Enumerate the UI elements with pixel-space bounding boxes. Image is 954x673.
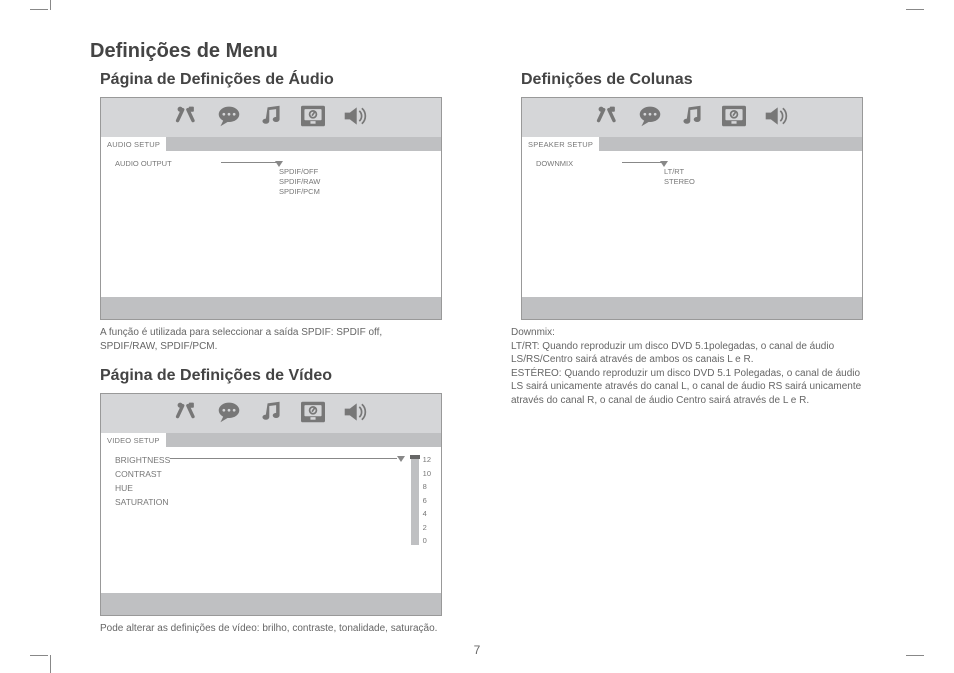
speaker-icon <box>341 104 369 133</box>
tick: 10 <box>423 469 431 478</box>
video-item: HUE <box>115 483 170 493</box>
tools-icon <box>173 104 201 133</box>
music-icon <box>257 104 285 133</box>
speaker-icon <box>762 104 790 133</box>
tools-icon <box>173 400 201 429</box>
speaker-heading: Definições de Colunas <box>521 71 880 89</box>
speaker-caption: Downmix: LT/RT: Quando reproduzir um dis… <box>511 326 871 407</box>
speaker-tab: SPEAKER SETUP <box>522 137 599 151</box>
music-icon <box>678 104 706 133</box>
tools-icon <box>594 104 622 133</box>
page-title: Definições de Menu <box>90 40 880 63</box>
icon-bar <box>101 98 441 137</box>
video-panel: VIDEO SETUP BRIGHTNESS CONTRAST HUE SATU… <box>100 393 442 616</box>
speech-icon <box>636 104 664 133</box>
right-column: Definições de Colunas SPEAKER SETUP DOWN… <box>511 71 880 650</box>
tick: 0 <box>423 536 431 545</box>
video-caption: Pode alterar as definições de vídeo: bri… <box>100 622 440 636</box>
arrow-icon <box>170 455 404 545</box>
audio-panel: AUDIO SETUP AUDIO OUTPUT SPDIF/OFF SPDIF… <box>100 97 442 320</box>
tick: 8 <box>423 482 431 491</box>
arrow-icon <box>221 159 283 165</box>
video-tab: VIDEO SETUP <box>101 433 166 447</box>
audio-option: SPDIF/PCM <box>279 187 320 197</box>
downmix-label: DOWNMIX <box>536 159 622 168</box>
speech-icon <box>215 104 243 133</box>
audio-caption: A função é utilizada para seleccionar a … <box>100 326 440 353</box>
arrow-icon <box>622 159 668 165</box>
page-number: 7 <box>0 643 954 657</box>
tick: 2 <box>423 523 431 532</box>
monitor-icon <box>299 400 327 429</box>
left-column: Página de Definições de Áudio AUDIO SETU… <box>90 71 459 650</box>
video-heading: Página de Definições de Vídeo <box>100 367 459 385</box>
audio-option: SPDIF/RAW <box>279 177 320 187</box>
manual-page: Definições de Menu Página de Definições … <box>90 40 880 650</box>
audio-tab: AUDIO SETUP <box>101 137 166 151</box>
video-slider: 12 10 8 6 4 2 0 <box>411 455 431 545</box>
video-item: BRIGHTNESS <box>115 455 170 465</box>
tick: 4 <box>423 509 431 518</box>
speaker-option: STEREO <box>664 177 695 187</box>
video-item: SATURATION <box>115 497 170 507</box>
audio-heading: Página de Definições de Áudio <box>100 71 459 89</box>
music-icon <box>257 400 285 429</box>
tick: 12 <box>423 455 431 464</box>
audio-option: SPDIF/OFF <box>279 167 320 177</box>
monitor-icon <box>720 104 748 133</box>
audio-output-label: AUDIO OUTPUT <box>115 159 221 168</box>
tick: 6 <box>423 496 431 505</box>
speech-icon <box>215 400 243 429</box>
speaker-icon <box>341 400 369 429</box>
video-item: CONTRAST <box>115 469 170 479</box>
speaker-panel: SPEAKER SETUP DOWNMIX LT/RT STEREO <box>521 97 863 320</box>
monitor-icon <box>299 104 327 133</box>
speaker-option: LT/RT <box>664 167 695 177</box>
